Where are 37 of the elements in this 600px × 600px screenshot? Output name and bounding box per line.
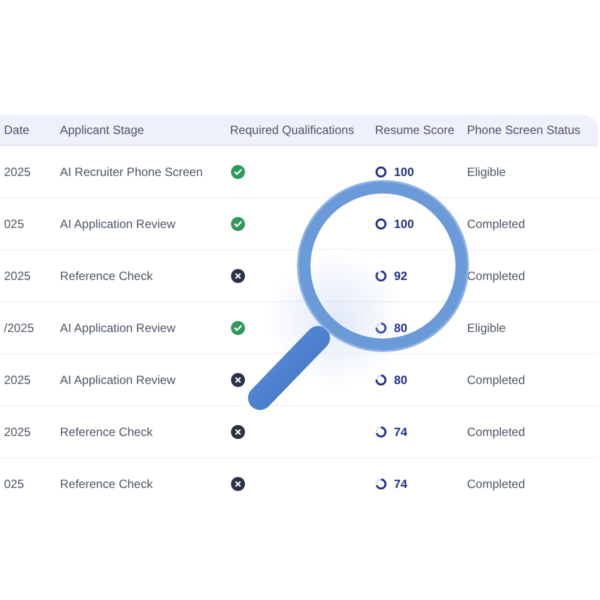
table-cell: AI Application Review	[60, 320, 176, 334]
column-header: Resume Score	[375, 123, 454, 137]
table-cell: 2025	[4, 268, 31, 282]
score-ring-icon	[375, 166, 387, 178]
score-value: 74	[394, 476, 408, 492]
score-ring-icon	[375, 478, 387, 490]
table-cell: 025	[4, 476, 24, 490]
column-header: Phone Screen Status	[467, 123, 580, 137]
table-cell: 2025	[4, 424, 31, 438]
table-cell: AI Recruiter Phone Screen	[60, 164, 203, 178]
table-cell: AI Application Review	[60, 216, 176, 230]
table-cell: Eligible	[467, 320, 506, 334]
score-ring-icon	[375, 218, 387, 230]
score-value: 100	[394, 216, 414, 232]
table-cell: Reference Check	[60, 424, 153, 438]
score-value: 92	[394, 268, 408, 284]
column-header: Date	[4, 123, 30, 137]
score-value: 80	[394, 372, 408, 388]
table-cell: Completed	[467, 268, 526, 282]
score-ring-icon	[375, 426, 387, 438]
column-header: Required Qualifications	[230, 123, 354, 137]
table-cell: Eligible	[467, 164, 506, 178]
table-cell: Completed	[467, 476, 526, 490]
table-cell: Completed	[467, 424, 526, 438]
table-cell: Reference Check	[60, 476, 153, 490]
table-cell: 2025	[4, 164, 31, 178]
score-value: 74	[394, 424, 408, 440]
table-cell: AI Application Review	[60, 372, 176, 386]
table-cell: 025	[4, 216, 24, 230]
score-value: 80	[394, 320, 408, 336]
table-cell: Completed	[467, 216, 526, 230]
table-cell: 2025	[4, 372, 31, 386]
table-cell: /2025	[4, 320, 34, 334]
table-cell: Completed	[467, 372, 526, 386]
score-value: 100	[394, 164, 414, 180]
table-cell: Reference Check	[60, 268, 153, 282]
column-header: Applicant Stage	[60, 123, 144, 137]
